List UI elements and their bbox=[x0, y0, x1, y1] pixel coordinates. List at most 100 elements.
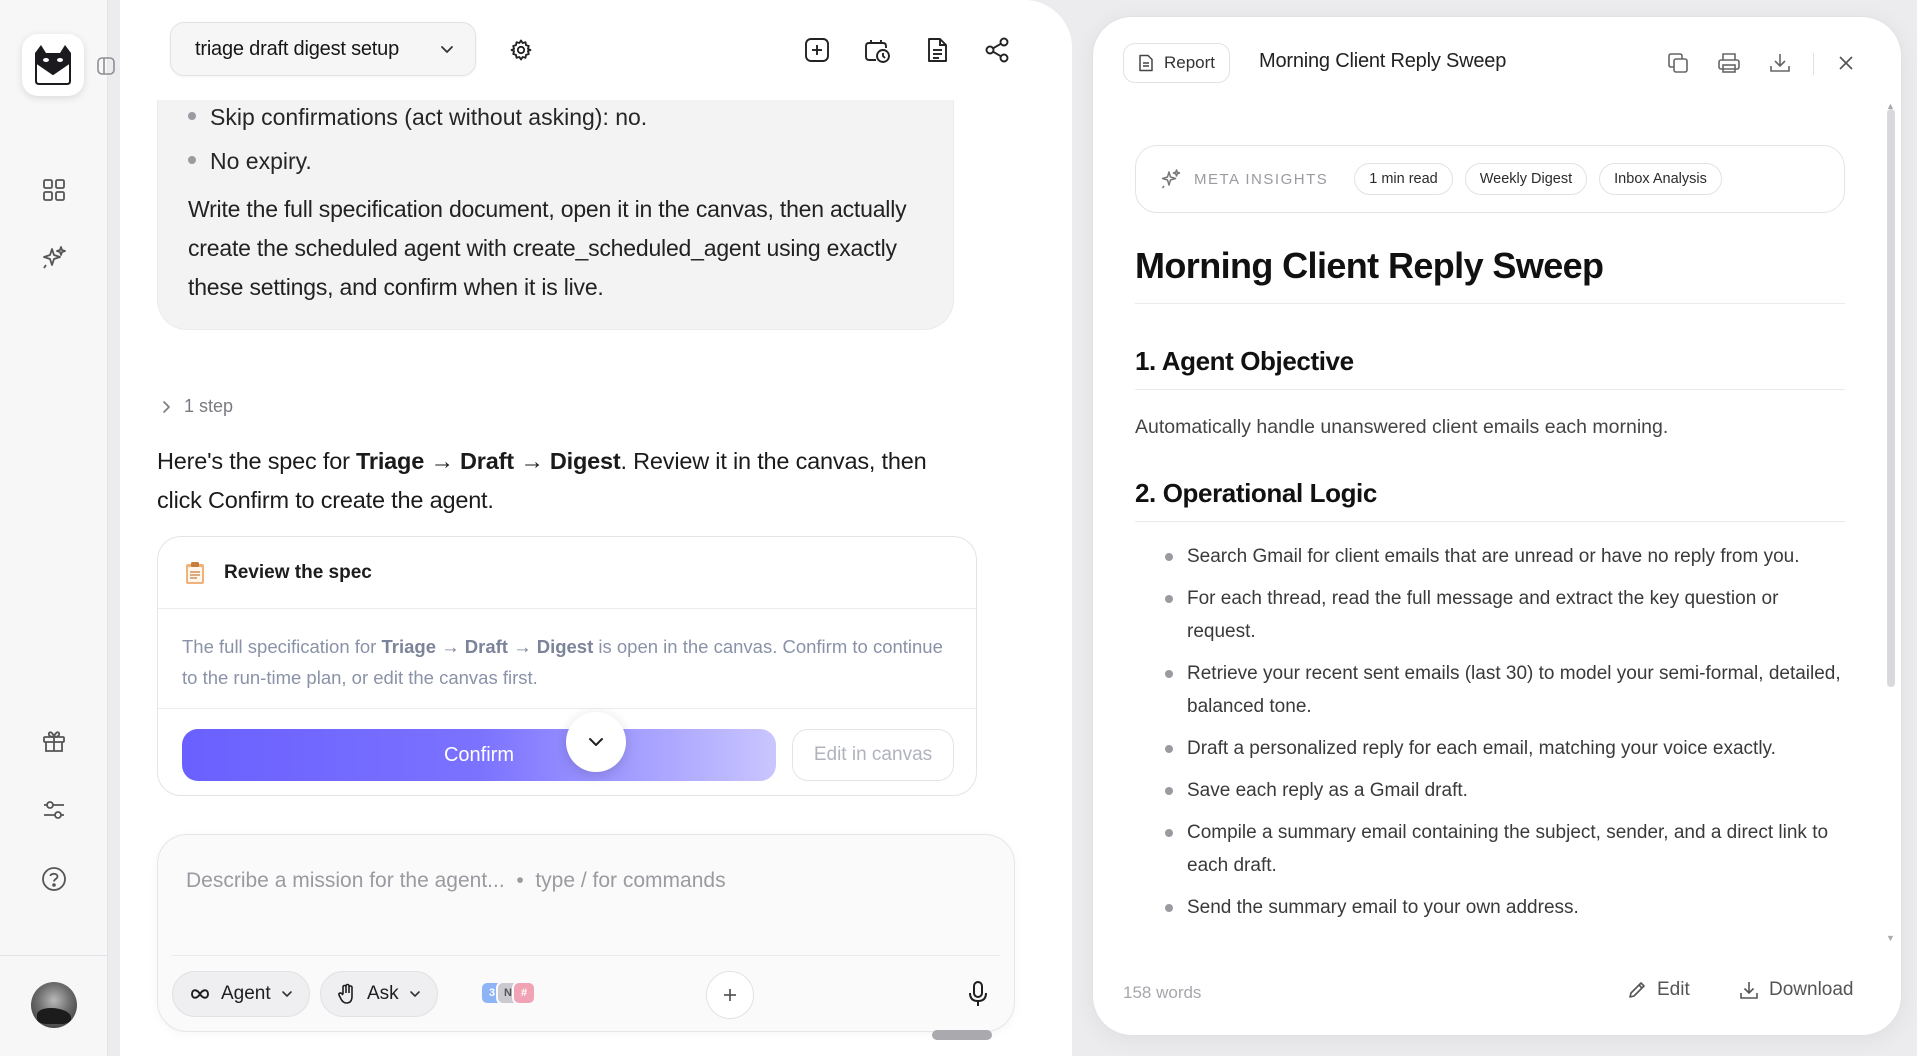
word-count: 158 words bbox=[1123, 983, 1202, 1002]
spec-card-title: Review the spec bbox=[224, 561, 372, 583]
download-icon bbox=[1739, 980, 1759, 1000]
left-rail bbox=[0, 0, 115, 1056]
agent-name-part: Draft bbox=[460, 448, 514, 474]
app-logo[interactable] bbox=[22, 34, 84, 96]
user-prompt-bubble: Skip confirmations (act without asking):… bbox=[157, 70, 954, 330]
section-text: Automatically handle unanswered client e… bbox=[1135, 416, 1669, 438]
steps-toggle[interactable]: 1 step bbox=[160, 396, 233, 417]
help-icon[interactable] bbox=[37, 862, 71, 896]
report-canvas: Report Morning Client Reply Sweep ▲ ▼ ME… bbox=[1092, 16, 1902, 1036]
chevron-down-icon bbox=[439, 41, 455, 57]
prompt-bullet: No expiry. bbox=[188, 146, 923, 176]
composer: Agent Ask 3 N # bbox=[157, 834, 1015, 1032]
operational-logic-list: Search Gmail for client emails that are … bbox=[1135, 540, 1845, 924]
chevron-right-icon bbox=[160, 400, 172, 414]
toolbar-divider bbox=[1813, 53, 1814, 75]
ask-mode-label: Ask bbox=[367, 983, 399, 1004]
review-spec-card: Review the spec The full specification f… bbox=[157, 536, 977, 796]
scroll-down-arrow[interactable]: ▼ bbox=[1886, 933, 1895, 943]
agent-mode-label: Agent bbox=[221, 983, 271, 1004]
composer-divider bbox=[172, 955, 1000, 956]
rail-divider bbox=[0, 955, 107, 956]
grid-icon[interactable] bbox=[37, 173, 71, 207]
arrow-glyph: → bbox=[513, 448, 550, 474]
meta-insights-bar: META INSIGHTS 1 min read Weekly Digest I… bbox=[1135, 145, 1845, 213]
chevron-down-icon bbox=[409, 988, 421, 1000]
chat-header: triage draft digest setup bbox=[120, 0, 1072, 100]
arrow-glyph: → bbox=[424, 448, 461, 474]
spec-card-header: Review the spec bbox=[158, 537, 976, 609]
prompt-paragraph: Write the full specification document, o… bbox=[188, 196, 907, 300]
new-chat-icon[interactable] bbox=[800, 33, 834, 67]
slack-app-icon: # bbox=[512, 981, 536, 1005]
chat-panel: Skip confirmations (act without asking):… bbox=[120, 0, 1072, 1056]
report-canvas-title: Morning Client Reply Sweep bbox=[1259, 50, 1507, 72]
infinity-icon bbox=[189, 987, 211, 1001]
sidebar-toggle-icon[interactable] bbox=[96, 56, 116, 76]
spec-body-text: The full specification for bbox=[182, 636, 382, 657]
print-icon[interactable] bbox=[1714, 48, 1744, 78]
share-icon[interactable] bbox=[980, 33, 1014, 67]
chip-read-time: 1 min read bbox=[1354, 163, 1453, 195]
download-icon[interactable] bbox=[1765, 48, 1795, 78]
meta-insights-label: META INSIGHTS bbox=[1194, 170, 1329, 188]
pencil-icon bbox=[1627, 980, 1647, 1000]
section-heading: 1. Agent Objective bbox=[1135, 346, 1845, 390]
document-icon bbox=[1138, 54, 1154, 72]
agent-name-part: Triage bbox=[356, 448, 425, 474]
assistant-message: Here's the spec for Triage → Draft → Dig… bbox=[157, 442, 977, 520]
chevron-down-icon bbox=[281, 988, 293, 1000]
prompt-bullet: Skip confirmations (act without asking):… bbox=[188, 102, 923, 132]
close-icon[interactable] bbox=[1831, 48, 1861, 78]
resize-handle[interactable] bbox=[932, 1030, 992, 1040]
list-item: Draft a personalized reply for each emai… bbox=[1165, 732, 1845, 765]
sliders-icon[interactable] bbox=[37, 793, 71, 827]
sparkle-icon[interactable] bbox=[37, 241, 71, 275]
report-content: Morning Client Reply Sweep 1. Agent Obje… bbox=[1135, 245, 1845, 933]
list-item: Save each reply as a Gmail draft. bbox=[1165, 774, 1845, 807]
settings-icon[interactable] bbox=[504, 33, 538, 67]
report-heading: Morning Client Reply Sweep bbox=[1135, 245, 1845, 304]
avatar[interactable] bbox=[31, 982, 77, 1028]
ask-mode-selector[interactable]: Ask bbox=[320, 971, 438, 1017]
sparkle-icon bbox=[1160, 168, 1182, 190]
document-icon[interactable] bbox=[920, 33, 954, 67]
chip-inbox-analysis: Inbox Analysis bbox=[1599, 163, 1722, 195]
microphone-icon[interactable] bbox=[966, 979, 990, 1009]
edit-in-canvas-button[interactable]: Edit in canvas bbox=[792, 729, 954, 781]
gift-icon[interactable] bbox=[37, 724, 71, 758]
list-item: For each thread, read the full message a… bbox=[1165, 582, 1845, 648]
assistant-text: Here's the spec for bbox=[157, 448, 357, 474]
chip-weekly-digest: Weekly Digest bbox=[1464, 163, 1588, 195]
report-scrollbar[interactable] bbox=[1887, 109, 1895, 687]
clipboard-icon bbox=[184, 561, 206, 585]
edit-label: Edit bbox=[1657, 979, 1690, 1000]
download-label: Download bbox=[1769, 979, 1854, 1000]
edit-button[interactable]: Edit bbox=[1627, 979, 1690, 1001]
report-tag-label: Report bbox=[1164, 53, 1216, 72]
copy-icon[interactable] bbox=[1663, 48, 1693, 78]
confirm-button[interactable]: Confirm bbox=[182, 729, 776, 781]
add-attachment-button[interactable] bbox=[706, 971, 754, 1019]
scheduled-icon[interactable] bbox=[860, 33, 894, 67]
session-title: triage draft digest setup bbox=[195, 37, 400, 60]
list-item: Search Gmail for client emails that are … bbox=[1165, 540, 1845, 573]
mission-input[interactable] bbox=[186, 869, 976, 893]
agent-mode-selector[interactable]: Agent bbox=[172, 971, 310, 1017]
hand-icon bbox=[337, 983, 357, 1005]
spec-agent-name: Triage → Draft → Digest bbox=[381, 636, 594, 657]
report-tag[interactable]: Report bbox=[1123, 43, 1231, 83]
section-heading: 2. Operational Logic bbox=[1135, 478, 1845, 522]
connected-integrations[interactable]: 3 N # bbox=[480, 981, 536, 1005]
session-selector[interactable]: triage draft digest setup bbox=[170, 22, 476, 76]
scroll-to-bottom-button[interactable] bbox=[566, 712, 626, 772]
spec-card-body: The full specification for Triage → Draf… bbox=[158, 609, 976, 709]
agent-name-part: Digest bbox=[549, 448, 621, 474]
list-item: Retrieve your recent sent emails (last 3… bbox=[1165, 657, 1845, 723]
chevron-down-icon bbox=[586, 732, 606, 752]
plus-icon bbox=[721, 986, 739, 1004]
steps-label: 1 step bbox=[184, 396, 234, 416]
download-button[interactable]: Download bbox=[1739, 979, 1854, 1001]
logo-mail-cat-icon bbox=[29, 43, 77, 87]
list-item: Send the summary email to your own addre… bbox=[1165, 891, 1845, 924]
